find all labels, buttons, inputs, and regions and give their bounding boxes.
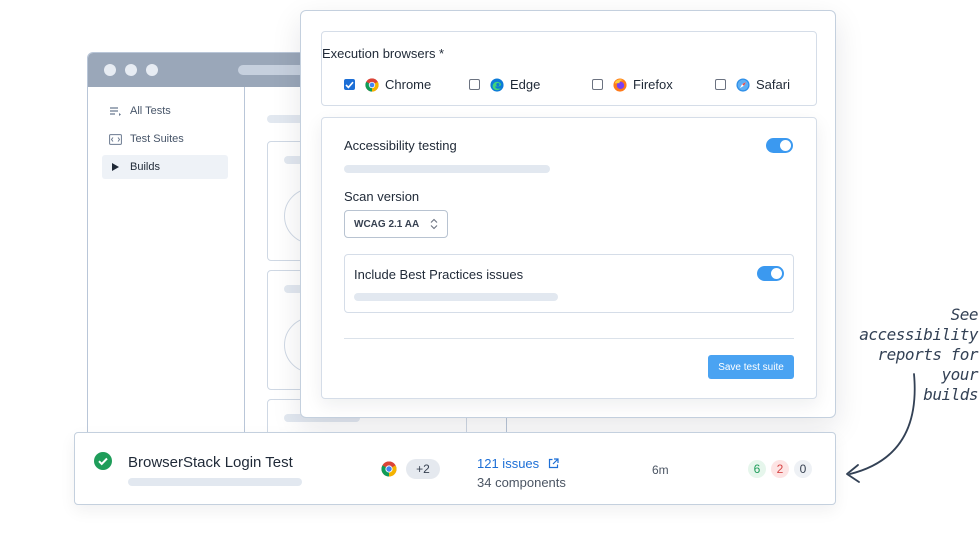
accessibility-section: Accessibility testing Scan version WCAG … [321,117,817,399]
placeholder-bar [128,478,302,486]
browser-option-label: Safari [756,77,790,92]
sidebar-item-label: Builds [130,161,160,173]
scan-version-label: Scan version [344,189,420,204]
window-dot [146,64,158,76]
accessibility-testing-toggle[interactable] [766,138,793,153]
check-circle-icon [94,452,112,470]
sidebar-item-builds[interactable]: Builds [102,155,228,179]
best-practices-label: Include Best Practices issues [354,267,524,282]
build-row[interactable]: BrowserStack Login Test +2 121 issues 34… [74,432,836,505]
sidebar: All Tests Test Suites Builds [88,87,245,451]
browser-option-safari[interactable]: Safari [715,77,790,92]
edge-checkbox[interactable] [469,79,480,90]
edge-icon [490,77,504,92]
execution-browsers-title: Execution browsers * [322,46,445,61]
browser-option-firefox[interactable]: Firefox [592,77,673,92]
best-practices-toggle[interactable] [757,266,784,281]
browser-option-label: Chrome [385,77,432,92]
browser-option-chrome[interactable]: Chrome [344,77,431,92]
browser-option-label: Firefox [633,77,673,92]
accessibility-testing-label: Accessibility testing [344,138,457,153]
safari-checkbox[interactable] [715,79,726,90]
code-icon [108,132,122,146]
divider [344,338,794,339]
build-duration: 6m [652,463,669,477]
save-test-suite-button[interactable]: Save test suite [708,355,794,379]
chrome-icon [365,77,379,92]
window-dot [104,64,116,76]
issues-link[interactable]: 121 issues [477,456,559,471]
sidebar-item-label: All Tests [130,105,171,117]
firefox-checkbox[interactable] [592,79,603,90]
chrome-icon [381,461,397,477]
scan-version-select[interactable]: WCAG 2.1 AA [344,210,448,238]
sidebar-item-all-tests[interactable]: All Tests [102,99,228,123]
browser-option-label: Edge [510,77,541,92]
window-dot [125,64,137,76]
safari-icon [736,77,750,92]
external-link-icon [549,458,559,469]
play-icon [108,160,122,174]
best-practices-box: Include Best Practices issues [344,254,794,313]
passed-count-badge: 6 [748,460,766,478]
chrome-checkbox[interactable] [344,79,355,90]
build-name[interactable]: BrowserStack Login Test [128,454,293,471]
browser-option-edge[interactable]: Edge [469,77,540,92]
test-suite-settings-panel: Execution browsers * Chrome Edge Firefox… [300,10,836,418]
annotation-arrow-icon [846,373,916,483]
list-icon [108,104,122,118]
extra-browsers-badge[interactable]: +2 [406,459,440,479]
issues-count: 121 issues [477,456,540,471]
scan-version-value: WCAG 2.1 AA [354,218,420,230]
execution-browsers-section [321,31,817,106]
components-count: 34 components [477,475,566,490]
annotation-line: See accessibility [859,305,978,344]
chevron-up-down-icon [430,218,438,231]
skipped-count-badge: 0 [794,460,812,478]
failed-count-badge: 2 [771,460,789,478]
sidebar-item-test-suites[interactable]: Test Suites [102,127,228,151]
sidebar-item-label: Test Suites [130,133,184,145]
firefox-icon [613,77,627,92]
placeholder-bar [354,293,558,301]
placeholder-bar [344,165,550,173]
